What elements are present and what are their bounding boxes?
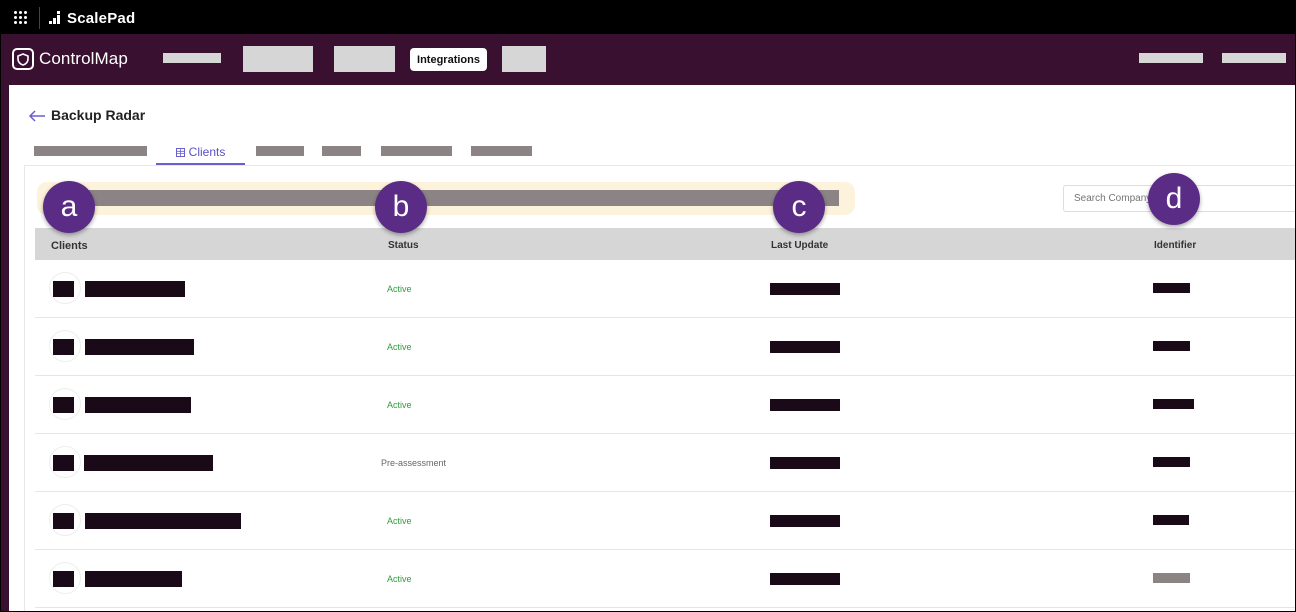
controlmap-logo[interactable]: ControlMap xyxy=(12,48,128,70)
client-name-redacted[interactable] xyxy=(85,281,185,297)
identifier-redacted xyxy=(1153,399,1194,409)
last-update-redacted xyxy=(770,283,840,295)
client-name-redacted[interactable] xyxy=(85,397,191,413)
table-row[interactable]: Active xyxy=(35,492,1295,550)
tab-redacted[interactable] xyxy=(322,146,361,156)
app-name: ControlMap xyxy=(39,49,128,68)
nav-item-integrations[interactable]: Integrations xyxy=(410,48,487,71)
main-panel: Backup Radar Clients Clients Status Last… xyxy=(9,85,1295,611)
table-row[interactable]: Active xyxy=(35,318,1295,376)
status-label: Active xyxy=(387,400,412,410)
tab-redacted[interactable] xyxy=(471,146,532,156)
app-grid-icon[interactable] xyxy=(13,10,29,26)
client-name-redacted[interactable] xyxy=(85,571,182,587)
last-update-redacted xyxy=(770,399,840,411)
column-header-identifier[interactable]: Identifier xyxy=(1154,240,1196,251)
status-label: Active xyxy=(387,574,412,584)
callout-badge-d: d xyxy=(1148,173,1200,225)
tab-clients[interactable]: Clients xyxy=(156,141,245,165)
shield-icon xyxy=(12,48,34,70)
main-navbar: ControlMap Integrations xyxy=(1,34,1295,85)
callout-badge-c: c xyxy=(773,181,825,233)
nav-item-redacted[interactable] xyxy=(334,46,395,72)
identifier-redacted xyxy=(1153,341,1190,351)
identifier-redacted xyxy=(1153,573,1190,583)
table-header: Clients Status Last Update Identifier xyxy=(35,228,1295,260)
status-label: Active xyxy=(387,342,412,352)
client-logo-redacted xyxy=(53,513,74,529)
nav-user-item-redacted[interactable] xyxy=(1139,53,1203,63)
client-logo-redacted xyxy=(53,281,74,297)
last-update-redacted xyxy=(770,341,840,353)
status-label: Pre-assessment xyxy=(381,458,447,468)
column-header-last-update[interactable]: Last Update xyxy=(771,240,828,251)
column-header-status[interactable]: Status xyxy=(388,240,419,251)
scalepad-brand-text: ScalePad xyxy=(67,9,136,27)
tab-redacted[interactable] xyxy=(381,146,452,156)
last-update-redacted xyxy=(770,515,840,527)
client-logo-redacted xyxy=(53,571,74,587)
client-logo-redacted xyxy=(53,339,74,355)
back-link[interactable]: Backup Radar xyxy=(28,107,145,123)
info-banner-text-redacted xyxy=(63,190,839,206)
arrow-left-icon xyxy=(28,109,46,122)
scalepad-topbar: ScalePad xyxy=(1,1,1295,34)
table-row[interactable]: Active xyxy=(35,260,1295,318)
identifier-redacted xyxy=(1153,515,1189,525)
callout-badge-b: b xyxy=(375,181,427,233)
client-logo-redacted xyxy=(53,455,74,471)
table-row[interactable]: Active xyxy=(35,376,1295,434)
column-header-clients[interactable]: Clients xyxy=(51,240,88,252)
status-label: Active xyxy=(387,516,412,526)
nav-user-item-redacted[interactable] xyxy=(1222,53,1286,63)
client-name-redacted[interactable] xyxy=(85,339,194,355)
last-update-redacted xyxy=(770,573,840,585)
tab-clients-label: Clients xyxy=(188,145,226,159)
nav-item-redacted[interactable] xyxy=(243,46,313,72)
table-row[interactable]: Active xyxy=(35,550,1295,608)
screenshot-frame: ScalePad ControlMap Integrations Backup … xyxy=(0,0,1296,612)
table-row[interactable]: Pre-assessment xyxy=(35,434,1295,492)
identifier-redacted xyxy=(1153,457,1190,467)
client-logo-redacted xyxy=(53,397,74,413)
topbar-divider xyxy=(39,7,40,29)
scalepad-logo[interactable]: ScalePad xyxy=(49,9,135,27)
table-icon xyxy=(175,147,185,157)
nav-item-redacted[interactable] xyxy=(502,46,546,72)
scalepad-mark-icon xyxy=(49,11,63,25)
last-update-redacted xyxy=(770,457,840,469)
client-name-redacted[interactable] xyxy=(84,455,213,471)
page-title: Backup Radar xyxy=(51,107,146,123)
client-name-redacted[interactable] xyxy=(85,513,241,529)
callout-badge-a: a xyxy=(43,181,95,233)
nav-item-redacted[interactable] xyxy=(163,53,221,63)
tab-redacted[interactable] xyxy=(34,146,147,156)
tab-redacted[interactable] xyxy=(256,146,304,156)
identifier-redacted xyxy=(1153,283,1190,293)
status-label: Active xyxy=(387,284,412,294)
